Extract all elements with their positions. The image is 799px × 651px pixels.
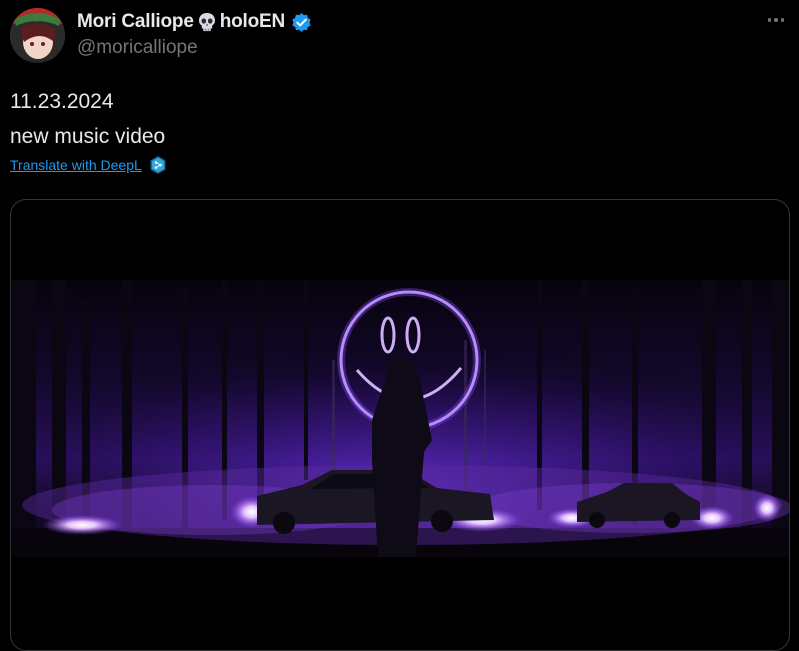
author-name-suffix[interactable]: holoEN [220,11,285,33]
tweet-line-caption: new music video [10,125,166,148]
more-dot-icon [774,18,778,22]
video-thumbnail[interactable] [12,280,789,557]
avatar[interactable] [10,8,65,63]
tweet-line-date: 11.23.2024 [10,90,114,113]
deepl-icon [149,155,167,175]
author-name-row[interactable]: Mori Calliope holoEN [77,10,312,34]
translate-row: Translate with DeepL [10,155,167,175]
skull-icon [196,11,218,33]
translate-link[interactable]: Translate with DeepL [10,157,142,173]
more-dot-icon [767,18,772,22]
author-handle[interactable]: @moricalliope [77,37,198,59]
author-display-name[interactable]: Mori Calliope [77,11,194,33]
verified-badge-icon[interactable] [291,12,312,33]
more-options-button[interactable] [762,10,790,30]
tweet-text: 11.23.2024 new music video [10,84,165,154]
more-dot-icon [780,18,785,22]
media-card[interactable] [10,199,790,651]
